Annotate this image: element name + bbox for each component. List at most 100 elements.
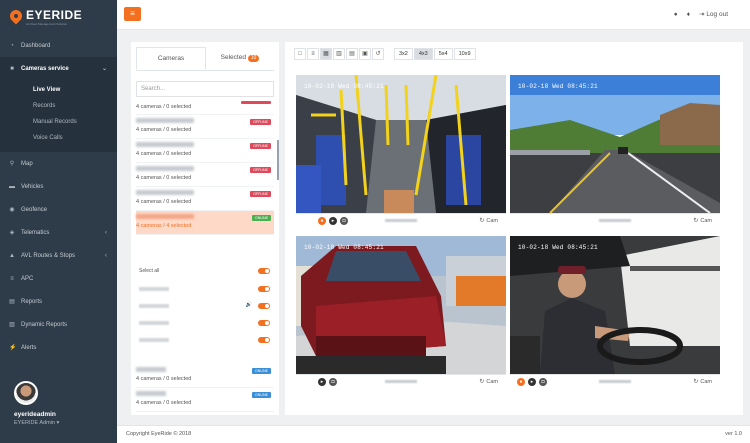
play-button[interactable]: ▸	[318, 378, 326, 386]
list-item[interactable]: 4 cameras / 0 selected ONLINE	[136, 388, 274, 412]
camera-name	[599, 380, 631, 383]
camera-label[interactable]: ↻ Cam	[479, 217, 498, 224]
layout-4x3-button[interactable]: 4x3	[413, 48, 433, 60]
user-role-dropdown[interactable]: EYERIDE Admin ▾	[14, 420, 117, 426]
tab-selected-label: Selected	[220, 54, 246, 61]
sidebar-item-cameras-service[interactable]: ■ Cameras service ⌄	[0, 57, 117, 80]
reports-icon: ▤	[9, 298, 15, 305]
sidebar: EYERIDE An Fleet Management Solution ◔ D…	[0, 0, 117, 443]
record-button[interactable]: ●	[318, 217, 326, 225]
select-all-toggle[interactable]	[258, 268, 270, 274]
sidebar-item-label: APC	[21, 275, 34, 282]
columns-icon: ▥	[336, 51, 342, 57]
channel-row	[136, 316, 274, 331]
camera-tile[interactable]: 10-02-18 Wed 08:45:21 ▸ ◘ ↻ Cam	[296, 236, 506, 388]
channel-toggle[interactable]	[258, 286, 270, 292]
sidebar-item-reports[interactable]: ▤ Reports	[0, 290, 117, 313]
video-feed[interactable]: 10-02-18 Wed 08:45:21	[510, 236, 720, 374]
sidebar-item-alerts[interactable]: ⚡ Alerts	[0, 336, 117, 359]
list-scrollbar[interactable]	[277, 140, 279, 180]
sidebar-item-apc[interactable]: ≡ APC	[0, 267, 117, 290]
geofence-icon: ◉	[9, 206, 15, 213]
camera-tile[interactable]: 10-02-18 Wed 08:45:21 ↻ Cam	[510, 75, 720, 227]
menu-toggle-button[interactable]: ≡	[124, 7, 141, 21]
sidebar-item-label: Cameras service	[21, 65, 69, 72]
columns-view-button[interactable]: ▥	[333, 48, 345, 60]
logout-button[interactable]: ⇥ Log out	[699, 10, 728, 18]
snapshot-button[interactable]: ◘	[340, 217, 348, 225]
sidebar-subitem-records[interactable]: Records	[0, 98, 117, 114]
user-name: eyerideadmin	[14, 411, 56, 418]
sidebar-subitem-manual-records[interactable]: Manual Records	[0, 114, 117, 130]
status-badge: OFFLINE	[250, 119, 271, 125]
camera-label-text: Cam	[700, 218, 712, 224]
channel-toggle[interactable]	[258, 337, 270, 343]
record-button[interactable]: ●	[517, 378, 525, 386]
avatar	[14, 381, 38, 405]
layout-10x9-button[interactable]: 10x9	[453, 48, 476, 60]
list-item[interactable]: 4 cameras / 0 selected ONLINE	[136, 364, 274, 388]
channel-name	[139, 304, 169, 308]
play-button[interactable]: ▸	[329, 217, 337, 225]
list-item[interactable]: 4 cameras / 0 selected OFFLINE	[136, 187, 274, 211]
sidebar-item-avl-routes[interactable]: ▲ AVL Routes & Stops ‹	[0, 244, 117, 267]
submenu-cameras: Live View Records Manual Records Voice C…	[0, 80, 117, 152]
copyright-text: Copyright EyeRide © 2018	[126, 431, 192, 437]
camera-tile[interactable]: 10-02-18 Wed 08:45:21 ● ▸ ◘ ↻ Cam	[510, 236, 720, 388]
select-all-row: Select all	[136, 263, 274, 279]
split-view-button[interactable]: ▤	[346, 48, 358, 60]
video-feed[interactable]: 10-02-18 Wed 08:45:21	[296, 75, 506, 213]
sidebar-item-map[interactable]: ⚲ Map	[0, 152, 117, 175]
list-item-status: 4 cameras / 0 selected	[136, 127, 192, 133]
sidebar-subitem-voice-calls[interactable]: Voice Calls	[0, 130, 117, 146]
tile-view-button[interactable]: ▣	[359, 48, 371, 60]
tab-selected[interactable]: Selected 10	[206, 47, 274, 70]
list-item-status: 4 cameras / 0 selected	[136, 151, 192, 157]
single-view-button[interactable]: □	[294, 48, 306, 60]
user-profile[interactable]: eyerideadmin EYERIDE Admin ▾	[0, 373, 117, 443]
audio-icon[interactable]: 🔊	[246, 302, 252, 308]
camera-label[interactable]: ↻ Cam	[479, 378, 498, 385]
layout-5x4-button[interactable]: 5x4	[433, 48, 453, 60]
chevron-left-icon: ‹	[105, 229, 107, 236]
map-icon: ⚲	[9, 160, 15, 167]
topbar-actions: ● ♦ ⇥ Log out	[674, 10, 728, 19]
video-feed[interactable]: 10-02-18 Wed 08:45:21	[296, 236, 506, 374]
sidebar-item-label: Reports	[21, 298, 43, 305]
play-button[interactable]: ▸	[528, 378, 536, 386]
camera-label[interactable]: ↻ Cam	[693, 378, 712, 385]
sidebar-item-geofence[interactable]: ◉ Geofence	[0, 198, 117, 221]
sidebar-subitem-live-view[interactable]: Live View	[0, 82, 117, 98]
user-icon[interactable]: ●	[674, 11, 678, 18]
bell-icon[interactable]: ♦	[687, 11, 690, 18]
camera-label[interactable]: ↻ Cam	[693, 217, 712, 224]
list-item-selected[interactable]: 4 cameras / 4 selected ONLINE	[136, 211, 274, 235]
sidebar-item-telematics[interactable]: ◈ Telematics ‹	[0, 221, 117, 244]
refresh-button[interactable]: ↺	[372, 48, 384, 60]
channel-toggle[interactable]	[258, 320, 270, 326]
brand-name: EYERIDE	[26, 8, 83, 22]
snapshot-button[interactable]: ◘	[329, 378, 337, 386]
logo[interactable]: EYERIDE An Fleet Management Solution	[0, 0, 117, 34]
list-view-button[interactable]: ≡	[307, 48, 319, 60]
list-item[interactable]: 4 cameras / 0 selected OFFLINE	[136, 163, 274, 187]
tab-cameras[interactable]: Cameras	[136, 47, 206, 70]
channel-toggle[interactable]	[258, 303, 270, 309]
camera-tile[interactable]: 10-02-18 Wed 08:45:21 ● ▸ ◘ ↻ Cam	[296, 75, 506, 227]
sidebar-item-dashboard[interactable]: ◔ Dashboard	[0, 34, 117, 57]
search-input[interactable]: Search...	[136, 81, 274, 97]
video-feed[interactable]: 10-02-18 Wed 08:45:21	[510, 75, 720, 213]
list-item[interactable]: 4 cameras / 0 selected OFFLINE	[136, 115, 274, 139]
grid-view-button[interactable]: ▦	[320, 48, 332, 60]
list-item[interactable]: 4 cameras / 0 selected OFFLINE	[136, 139, 274, 163]
logout-label: Log out	[706, 11, 728, 18]
list-item[interactable]: 4 cameras / 0 selected	[136, 101, 274, 115]
sidebar-item-dynamic-reports[interactable]: ▧ Dynamic Reports	[0, 313, 117, 336]
layout-3x2-button[interactable]: 3x2	[394, 48, 413, 60]
telematics-icon: ◈	[9, 229, 15, 236]
snapshot-button[interactable]: ◘	[539, 378, 547, 386]
sidebar-item-vehicles[interactable]: ▬ Vehicles	[0, 175, 117, 198]
sidebar-item-label: Geofence	[21, 206, 48, 213]
footer: Copyright EyeRide © 2018 ver 1.0	[117, 425, 750, 443]
square-icon: □	[298, 51, 302, 57]
